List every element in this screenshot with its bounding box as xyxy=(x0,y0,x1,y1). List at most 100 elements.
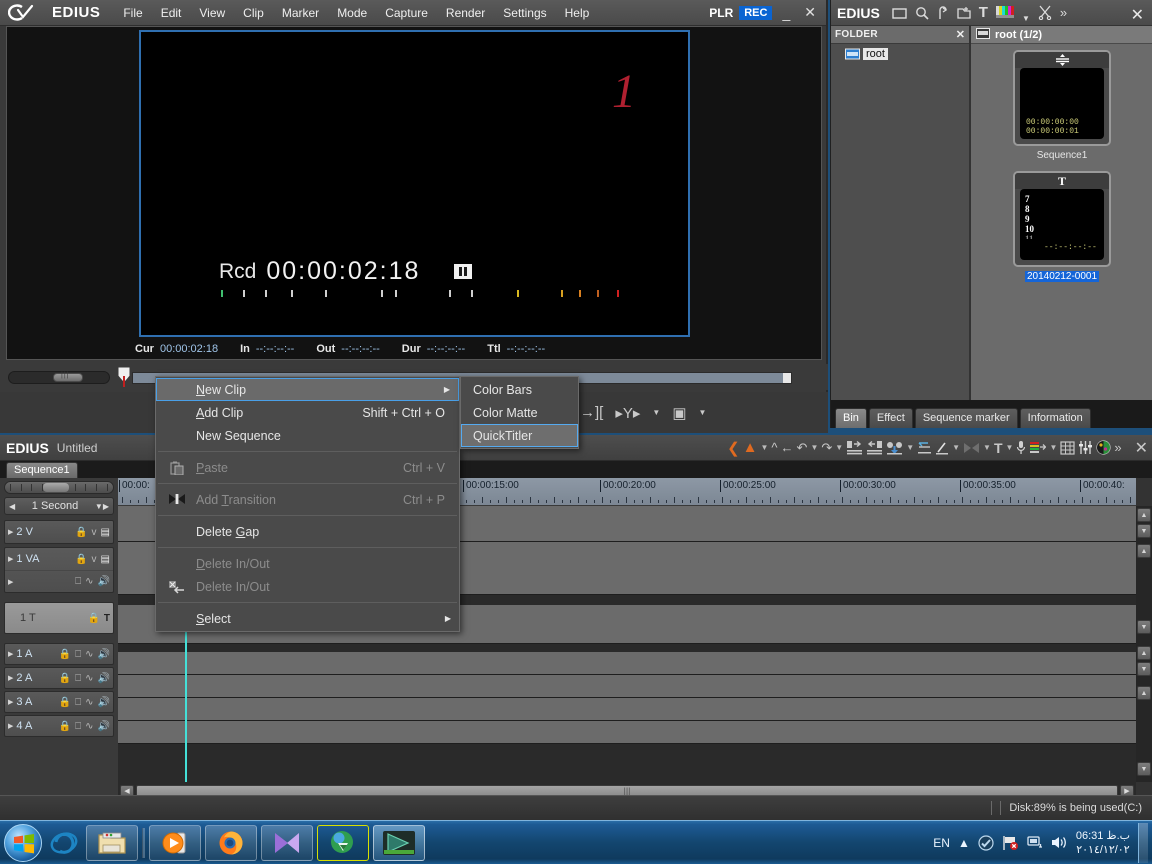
cut-icon[interactable] xyxy=(1038,5,1052,20)
track-header-4a[interactable]: ▶ 4 A 🔒 ⎕ ∿ 🔊 xyxy=(4,715,114,737)
menu-capture[interactable]: Capture xyxy=(376,4,437,22)
track-waveform-icon[interactable]: ∿ xyxy=(85,721,93,732)
transition-dropdown-icon[interactable]: ▼ xyxy=(906,443,914,452)
network-icon[interactable] xyxy=(1027,835,1043,850)
volume-slider-thumb[interactable] xyxy=(53,372,83,382)
track-header-1va[interactable]: ▶ 1 VA 🔒 v ▤ ▶ ⎕ ∿ 🔊 xyxy=(4,547,114,593)
bin-item-title[interactable]: T 7 8 9 10 11 --:--:--:-- xyxy=(1013,171,1111,267)
track-expand-icon[interactable]: ▶ xyxy=(8,555,13,563)
track-waveform-icon[interactable]: ∿ xyxy=(85,697,93,708)
new-clip-submenu[interactable]: Color Bars Color Matte QuickTitler xyxy=(460,376,579,449)
timeline-close-button[interactable]: ✕ xyxy=(1135,438,1148,458)
undo-icon[interactable]: ↶ xyxy=(797,440,808,456)
add-to-timeline-dropdown-icon[interactable]: ▼ xyxy=(652,408,660,417)
taskbar-media-player[interactable] xyxy=(149,824,201,861)
track-speaker-icon[interactable]: 🔊 xyxy=(98,721,110,732)
track-monitor-icon[interactable]: ▤ xyxy=(101,527,110,538)
scroll-down-button-4[interactable]: ▼ xyxy=(1137,762,1151,776)
track-audio-lock-icon[interactable]: ⎕ xyxy=(75,697,81,708)
taskbar-firefox[interactable] xyxy=(205,824,257,861)
zoom-slider-thumb[interactable] xyxy=(43,483,69,492)
folder-tree-item-root[interactable]: root xyxy=(831,44,969,60)
track-title-icon[interactable]: T xyxy=(104,613,110,624)
track-lock-icon[interactable]: 🔒 xyxy=(75,554,87,565)
track-header-3a[interactable]: ▶ 3 A 🔒 ⎕ ∿ 🔊 xyxy=(4,691,114,713)
group-link-icon[interactable] xyxy=(866,440,883,455)
timeline-scale-selector[interactable]: ◀ 1 Second ▼ ▶ xyxy=(4,497,114,515)
timeline-context-menu[interactable]: New Clip ▶ Add Clip Shift + Ctrl + O New… xyxy=(155,376,460,632)
up-folder-icon[interactable] xyxy=(937,5,949,20)
add-to-timeline-icon[interactable]: ▸Y▸ xyxy=(615,404,640,422)
taskbar-windows-explorer[interactable] xyxy=(86,824,138,861)
submenu-item-color-matte[interactable]: Color Matte xyxy=(461,401,578,424)
title-tool-dropdown-icon[interactable]: ▼ xyxy=(1006,443,1014,452)
context-menu-item-select[interactable]: Select ▶ xyxy=(156,607,459,630)
color-bars-dropdown-icon[interactable]: ▼ xyxy=(1022,14,1030,25)
track-speaker-icon[interactable]: 🔊 xyxy=(98,697,110,708)
track-speaker-icon[interactable]: 🔊 xyxy=(98,673,110,684)
bin-item-title-label[interactable]: 20140212-0001 xyxy=(1024,271,1100,282)
folder-icon[interactable] xyxy=(892,7,907,19)
mixer-up-icon[interactable]: ▲ xyxy=(743,439,758,456)
track-expand-icon[interactable]: ▶ xyxy=(8,722,13,730)
export-dropdown-icon[interactable]: ▼ xyxy=(1049,443,1057,452)
tab-information[interactable]: Information xyxy=(1019,408,1091,428)
more-icon[interactable]: » xyxy=(1060,5,1067,20)
track-speaker-icon[interactable]: 🔊 xyxy=(98,576,110,587)
timeline-zoom-slider[interactable] xyxy=(4,481,114,494)
scroll-up-button[interactable]: ▲ xyxy=(1137,508,1151,522)
track-header-2a[interactable]: ▶ 2 A 🔒 ⎕ ∿ 🔊 xyxy=(4,667,114,689)
player-mode-plr[interactable]: PLR xyxy=(709,6,733,20)
add-to-bin-icon[interactable]: ▣ xyxy=(672,404,686,422)
add-to-bin-dropdown-icon[interactable]: ▼ xyxy=(699,408,707,417)
video-frame[interactable]: 1 Rcd 00:00:02:18 xyxy=(139,30,690,337)
minimize-button[interactable]: _ xyxy=(778,5,794,21)
track-video-mute-icon[interactable]: v xyxy=(92,554,97,565)
context-menu-item-delete-gap[interactable]: Delete Gap xyxy=(156,520,459,543)
export-icon[interactable] xyxy=(1029,441,1047,455)
more-tools-icon[interactable]: » xyxy=(1114,440,1121,455)
set-in-out-icon[interactable]: →][ xyxy=(580,404,603,421)
cut-point-icon[interactable] xyxy=(935,441,949,455)
undo-arrow-icon[interactable]: ❮ xyxy=(727,439,740,457)
tray-language-indicator[interactable]: EN xyxy=(933,836,950,850)
search-icon[interactable] xyxy=(915,6,929,20)
microphone-icon[interactable] xyxy=(1016,440,1026,455)
volume-slider[interactable] xyxy=(8,370,110,384)
audio-mixer-icon[interactable] xyxy=(1078,440,1093,455)
track-lock-icon[interactable]: 🔒 xyxy=(59,721,71,732)
flag-problem-icon[interactable] xyxy=(1002,835,1019,851)
scale-next-icon[interactable]: ▶ xyxy=(103,502,109,511)
context-menu-item-new-clip[interactable]: New Clip ▶ xyxy=(156,378,459,401)
cut-point-dropdown-icon[interactable]: ▼ xyxy=(952,443,960,452)
transition-bowtie-icon[interactable] xyxy=(963,442,980,454)
preview-monitor[interactable]: 1 Rcd 00:00:02:18 Cur 00:00:02:18 In --:… xyxy=(6,26,822,360)
taskbar-movie-maker[interactable] xyxy=(261,824,313,861)
tab-bin[interactable]: Bin xyxy=(835,408,867,428)
track-expand-icon[interactable]: ▶ xyxy=(8,674,13,682)
title-icon[interactable]: T xyxy=(979,4,988,21)
track-expand-icon[interactable]: ▶ xyxy=(8,650,13,658)
timeline-track-3a[interactable] xyxy=(118,698,1136,721)
transition-bowtie-dropdown-icon[interactable]: ▼ xyxy=(983,443,991,452)
bin-close-button[interactable]: ✕ xyxy=(1131,5,1144,25)
track-sub-expand-icon[interactable]: ▶ xyxy=(8,578,13,586)
submenu-item-quicktitler[interactable]: QuickTitler xyxy=(461,424,578,447)
track-waveform-icon[interactable]: ∿ xyxy=(85,673,93,684)
title-tool-icon[interactable]: T xyxy=(994,440,1003,456)
redo-icon[interactable]: ↷ xyxy=(821,440,832,456)
scroll-down-button-2[interactable]: ▼ xyxy=(1137,620,1151,634)
track-lock-icon[interactable]: 🔒 xyxy=(87,613,99,624)
taskbar-internet-explorer[interactable] xyxy=(46,825,82,861)
menu-marker[interactable]: Marker xyxy=(273,4,328,22)
menu-settings[interactable]: Settings xyxy=(494,4,555,22)
scroll-up-button-3[interactable]: ▲ xyxy=(1137,646,1151,660)
tab-sequence1[interactable]: Sequence1 xyxy=(6,462,78,478)
scroll-down-button[interactable]: ▼ xyxy=(1137,524,1151,538)
fade-icon[interactable] xyxy=(917,441,932,455)
tab-sequence-marker[interactable]: Sequence marker xyxy=(914,408,1018,428)
start-button[interactable] xyxy=(4,823,42,862)
track-header-1t[interactable]: 1 T 🔒 T xyxy=(4,602,114,634)
add-folder-icon[interactable] xyxy=(957,6,971,20)
collapse-up-icon[interactable]: ^ xyxy=(771,440,777,455)
